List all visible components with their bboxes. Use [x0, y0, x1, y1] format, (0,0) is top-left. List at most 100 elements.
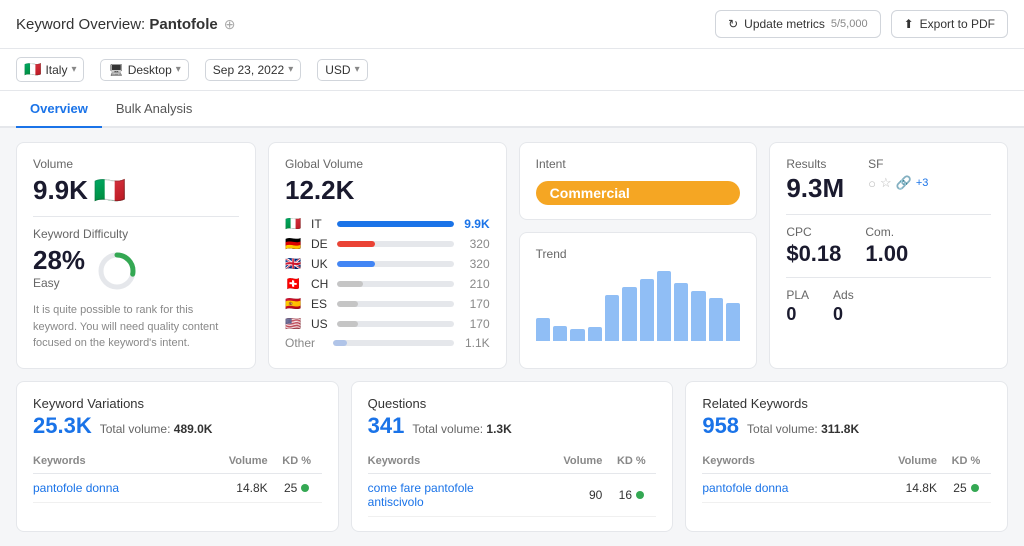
num-it: 9.9K	[460, 217, 490, 231]
country-row-de: 🇩🇪 DE 320	[285, 236, 490, 252]
q-link-1[interactable]: come fare pantofole antiscivolo	[368, 481, 529, 509]
kv-count: 25.3K	[33, 413, 92, 439]
kd-donut	[95, 249, 139, 293]
kv-title: Keyword Variations	[33, 396, 322, 411]
ads-label: Ads	[833, 288, 854, 302]
trend-bar-10	[691, 291, 705, 341]
bottom-cards-row: Keyword Variations 25.3K Total volume: 4…	[16, 381, 1008, 532]
export-label: Export to PDF	[920, 17, 995, 31]
com-col: Com. 1.00	[865, 225, 908, 267]
country-filter[interactable]: 🇮🇹 Italy ▾	[16, 57, 84, 82]
results-label: Results	[786, 157, 844, 171]
kv-total: Total volume: 489.0K	[100, 422, 213, 436]
device-filter[interactable]: 🖥 Desktop ▾	[100, 59, 188, 81]
rk-link-1[interactable]: pantofole donna	[702, 481, 863, 495]
bar-fill-de	[337, 241, 375, 247]
desktop-icon: 🖥	[108, 63, 123, 77]
pla-value: 0	[786, 304, 809, 325]
kv-kd-dot-1	[301, 484, 309, 492]
volume-flag: 🇮🇹	[94, 175, 126, 206]
bar-bg-uk	[337, 261, 454, 267]
add-keyword-icon[interactable]: ⊕	[224, 16, 236, 33]
tabs-bar: Overview Bulk Analysis	[0, 91, 1024, 128]
flag-us: 🇺🇸	[285, 316, 305, 332]
results-value: 9.3M	[786, 173, 844, 204]
rk-kd-dot-1	[971, 484, 979, 492]
sf-star-icon: ☆	[880, 175, 892, 191]
q-count: 341	[368, 413, 405, 439]
results-top-row: Results 9.3M SF ○ ☆ 🔗 +3	[786, 157, 991, 215]
bar-fill-es	[337, 301, 358, 307]
currency-filter[interactable]: USD ▾	[317, 59, 367, 81]
cpc-value: $0.18	[786, 241, 841, 267]
kd-section: Keyword Difficulty 28% Easy It is quite …	[33, 227, 239, 352]
metrics-count: 5/5,000	[831, 18, 868, 30]
device-label: Desktop	[128, 63, 172, 77]
country-row-us: 🇺🇸 US 170	[285, 316, 490, 332]
sf-circle-icon: ○	[868, 176, 876, 191]
bar-fill-other	[333, 340, 347, 346]
q-kd-num-1: 16	[619, 488, 632, 502]
trend-bar-11	[709, 298, 723, 341]
volume-kd-card: Volume 9.9K 🇮🇹 Keyword Difficulty 28% Ea…	[16, 142, 256, 369]
rk-kd-num-1: 25	[953, 481, 966, 495]
bar-fill-us	[337, 321, 358, 327]
bar-bg-ch	[337, 281, 454, 287]
bar-fill-uk	[337, 261, 375, 267]
q-total-value: 1.3K	[486, 422, 511, 436]
card-divider	[33, 216, 239, 217]
num-es: 170	[460, 297, 490, 311]
q-table-header: Keywords Volume KD %	[368, 449, 657, 474]
kv-kd-1: 25	[272, 481, 322, 495]
rk-total-label: Total volume:	[747, 422, 818, 436]
code-ch: CH	[311, 277, 331, 291]
kd-value: 28%	[33, 245, 85, 276]
com-value: 1.00	[865, 241, 908, 267]
intent-trend-col: Intent Commercial Trend	[519, 142, 758, 369]
rk-count: 958	[702, 413, 739, 439]
cpc-col: CPC $0.18	[786, 225, 841, 267]
italy-flag: 🇮🇹	[24, 61, 41, 78]
date-filter[interactable]: Sep 23, 2022 ▾	[205, 59, 301, 81]
country-row-uk: 🇬🇧 UK 320	[285, 256, 490, 272]
rk-table-header: Keywords Volume KD %	[702, 449, 991, 474]
flag-it: 🇮🇹	[285, 216, 305, 232]
code-it: IT	[311, 217, 331, 231]
other-label: Other	[285, 336, 327, 350]
bar-bg-other	[333, 340, 454, 346]
country-arrow-icon: ▾	[71, 64, 76, 75]
trend-bars	[536, 271, 741, 341]
kd-difficulty: Easy	[33, 276, 85, 290]
trend-bar-9	[674, 283, 688, 341]
volume-value: 9.9K 🇮🇹	[33, 175, 239, 206]
country-row-it: 🇮🇹 IT 9.9K	[285, 216, 490, 232]
refresh-icon: ↻	[728, 17, 738, 31]
trend-bar-7	[640, 279, 654, 341]
rk-row-1: pantofole donna 14.8K 25	[702, 474, 991, 503]
keyword-variations-card: Keyword Variations 25.3K Total volume: 4…	[16, 381, 339, 532]
sf-icons: ○ ☆ 🔗 +3	[868, 175, 928, 191]
header-actions: ↻ Update metrics 5/5,000 ⬆ Export to PDF	[715, 10, 1008, 38]
rk-kd-1: 25	[941, 481, 991, 495]
update-metrics-button[interactable]: ↻ Update metrics 5/5,000	[715, 10, 880, 38]
sf-label: SF	[868, 157, 928, 171]
update-metrics-label: Update metrics	[744, 17, 825, 31]
title-keyword: Pantofole	[149, 16, 217, 33]
trend-bar-6	[622, 287, 636, 341]
export-pdf-button[interactable]: ⬆ Export to PDF	[891, 10, 1008, 38]
rk-col-volume: Volume	[867, 455, 937, 467]
trend-card: Trend	[519, 232, 758, 369]
q-col-keywords: Keywords	[368, 455, 529, 467]
q-row-1: come fare pantofole antiscivolo 90 16	[368, 474, 657, 517]
kv-col-volume: Volume	[198, 455, 268, 467]
kd-value-col: 28% Easy	[33, 245, 85, 296]
tab-overview[interactable]: Overview	[16, 91, 102, 128]
trend-bar-1	[536, 318, 550, 341]
trend-bar-5	[605, 295, 619, 341]
pla-label: PLA	[786, 288, 809, 302]
kv-link-1[interactable]: pantofole donna	[33, 481, 194, 495]
tab-bulk-analysis[interactable]: Bulk Analysis	[102, 91, 207, 128]
bar-bg-de	[337, 241, 454, 247]
global-volume-label: Global Volume	[285, 157, 490, 171]
rk-col-kd: KD %	[941, 455, 991, 467]
